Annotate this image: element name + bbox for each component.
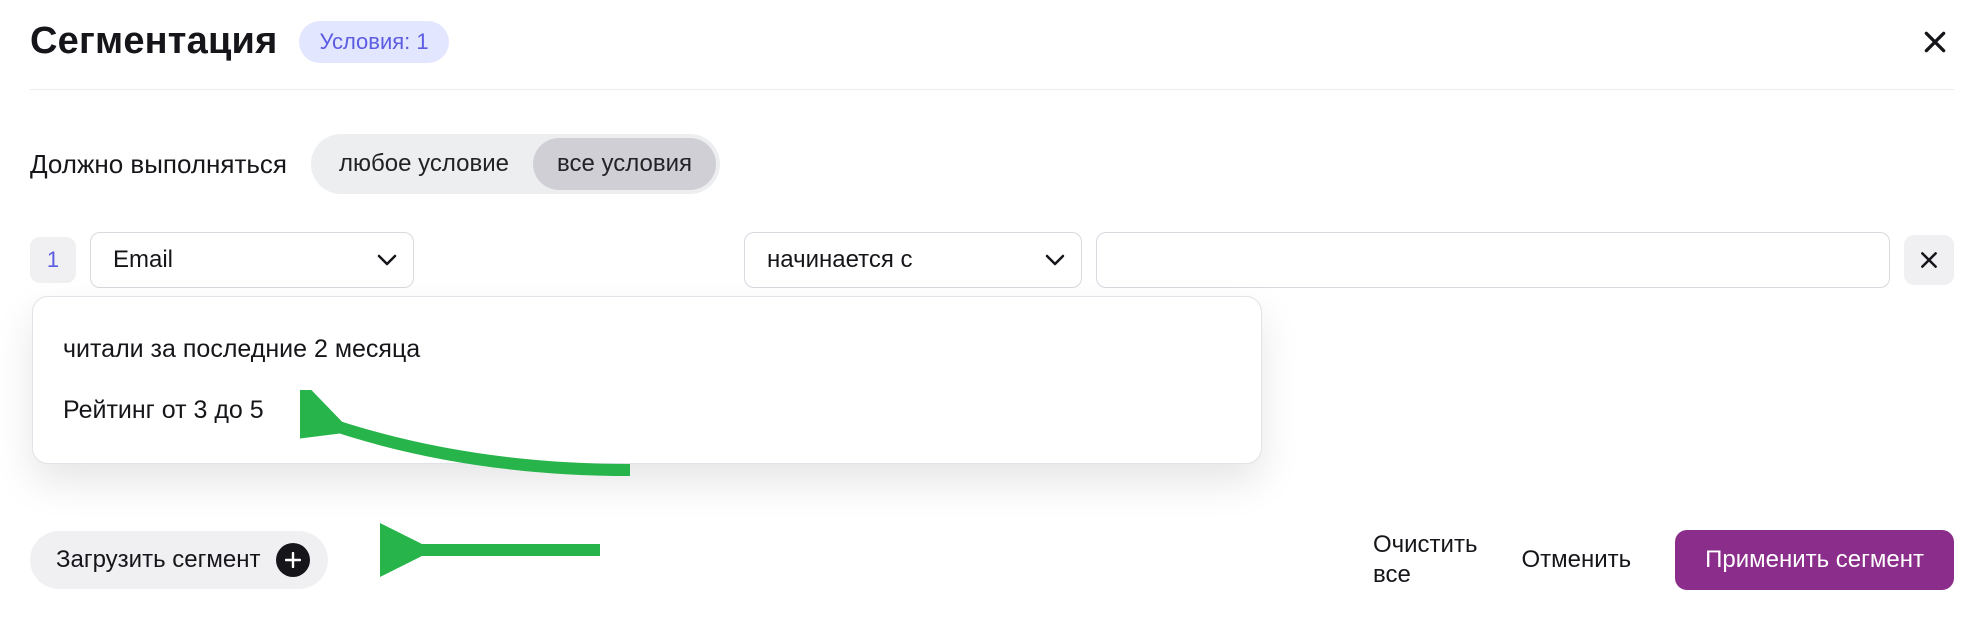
plus-icon <box>276 543 310 577</box>
clear-all-line2: все <box>1373 560 1477 590</box>
remove-condition-button[interactable] <box>1904 235 1954 285</box>
field-select-value: Email <box>113 246 173 274</box>
load-segment-label: Загрузить сегмент <box>56 546 260 574</box>
header: Сегментация Условия: 1 <box>30 20 1954 90</box>
close-icon <box>1919 250 1939 270</box>
footer: Загрузить сегмент Очистить все Отменить … <box>30 530 1954 590</box>
match-toggle: любое условие все условия <box>311 134 720 194</box>
conditions-count-badge: Условия: 1 <box>299 21 448 63</box>
close-button[interactable] <box>1916 23 1954 61</box>
operator-select[interactable]: начинается с <box>744 232 1082 288</box>
segment-dropdown: читали за последние 2 месяца Рейтинг от … <box>32 296 1262 464</box>
clear-all-button[interactable]: Очистить все <box>1373 530 1477 590</box>
close-icon <box>1922 29 1948 55</box>
match-label: Должно выполняться <box>30 149 287 180</box>
apply-segment-button[interactable]: Применить сегмент <box>1675 530 1954 590</box>
load-segment-button[interactable]: Загрузить сегмент <box>30 531 328 589</box>
match-option-all[interactable]: все условия <box>533 138 716 190</box>
condition-index: 1 <box>30 237 76 283</box>
clear-all-line1: Очистить <box>1373 530 1477 560</box>
chevron-down-icon <box>1045 246 1065 274</box>
page-title: Сегментация <box>30 20 277 63</box>
match-row: Должно выполняться любое условие все усл… <box>30 134 1954 194</box>
condition-row: 1 Email начинается с <box>30 232 1954 288</box>
match-option-any[interactable]: любое условие <box>315 138 533 190</box>
footer-actions: Очистить все Отменить Применить сегмент <box>1373 530 1954 590</box>
value-input[interactable] <box>1096 232 1890 288</box>
field-select[interactable]: Email <box>90 232 414 288</box>
cancel-button[interactable]: Отменить <box>1521 545 1631 575</box>
chevron-down-icon <box>377 246 397 274</box>
operator-select-value: начинается с <box>767 246 913 274</box>
dropdown-item[interactable]: читали за последние 2 месяца <box>33 319 1261 380</box>
dropdown-item[interactable]: Рейтинг от 3 до 5 <box>33 380 1261 441</box>
